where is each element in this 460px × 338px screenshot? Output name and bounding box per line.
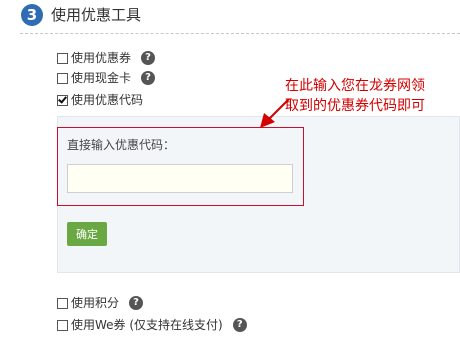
coupon-checkbox[interactable] [57,52,68,64]
promo-code-input[interactable] [67,164,293,193]
annotation-line-2: 取到的优惠券代码即可 [285,98,425,114]
option-use-cash-card[interactable]: 使用现金卡 ? [57,70,156,86]
option-use-promo-code[interactable]: 使用优惠代码 [57,92,143,108]
coupon-label: 使用优惠券 [71,51,132,65]
section-divider [20,33,460,34]
annotation-arrow-icon [260,98,290,128]
promo-code-field-label: 直接输入优惠代码： [67,138,176,152]
points-checkbox[interactable] [57,297,68,309]
promo-code-label: 使用优惠代码 [71,93,144,107]
option-use-coupon[interactable]: 使用优惠券 ? [57,50,156,66]
step-number-badge: 3 [21,4,43,26]
annotation-text: 在此输入您在龙券网领 取到的优惠券代码即可 [285,76,455,116]
cash-card-label: 使用现金卡 [71,71,132,85]
help-icon[interactable]: ? [232,318,247,332]
help-icon[interactable]: ? [141,51,156,65]
annotation-line-1: 在此输入您在龙券网领 [285,78,425,94]
we-coupon-label: 使用We券 (仅支持在线支付) [71,318,223,332]
option-use-points[interactable]: 使用积分 ? [57,295,144,311]
cash-card-checkbox[interactable] [57,72,68,84]
points-label: 使用积分 [71,296,120,310]
promo-code-checkbox[interactable] [57,94,68,106]
we-coupon-checkbox[interactable] [57,319,68,331]
help-icon[interactable]: ? [129,296,144,310]
confirm-button[interactable]: 确定 [67,222,107,246]
help-icon[interactable]: ? [141,71,156,85]
option-use-we-coupon[interactable]: 使用We券 (仅支持在线支付) ? [57,317,247,333]
section-title: 使用优惠工具 [51,6,142,24]
